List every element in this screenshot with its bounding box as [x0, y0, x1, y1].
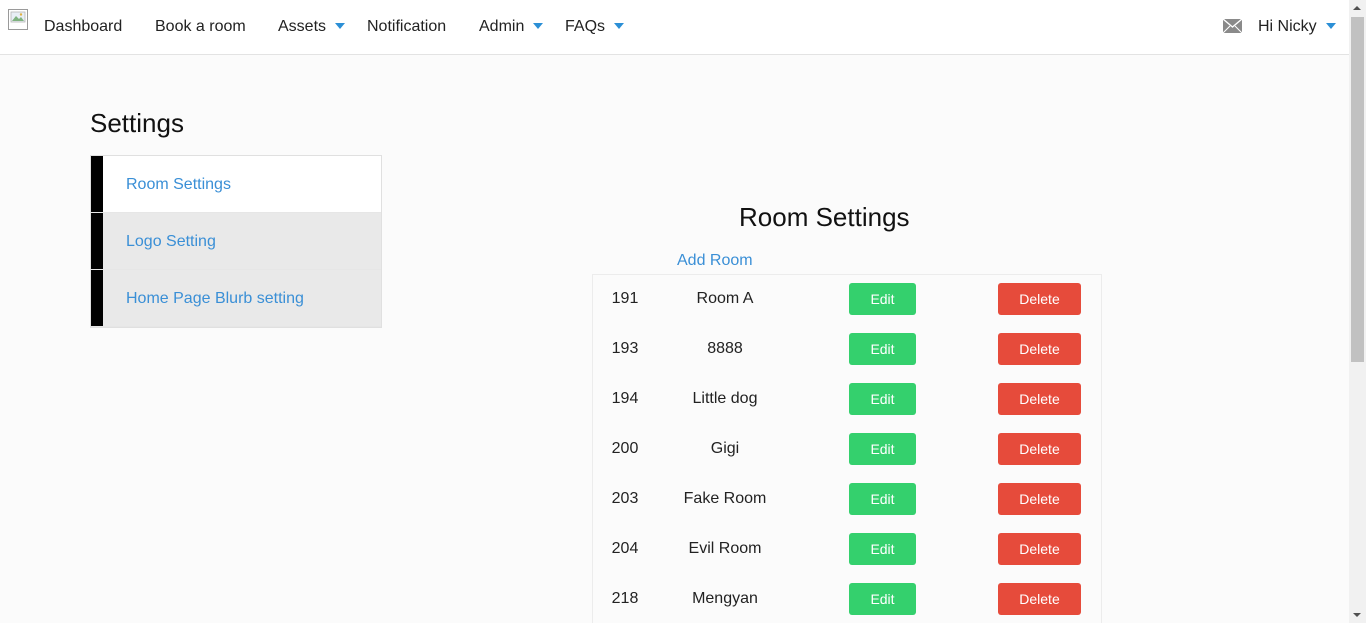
- nav-faqs-label: FAQs: [565, 18, 606, 35]
- room-id: 203: [611, 490, 639, 507]
- room-id: 218: [611, 590, 639, 607]
- envelope-icon[interactable]: [1223, 19, 1242, 33]
- table-row: 191 Room A Edit Delete: [593, 275, 1101, 325]
- edit-button[interactable]: Edit: [849, 433, 916, 465]
- table-row: 204 Evil Room Edit Delete: [593, 525, 1101, 575]
- table-row: 193 8888 Edit Delete: [593, 325, 1101, 375]
- menu-item-label: Home Page Blurb setting: [126, 290, 304, 307]
- nav-book-a-room-label: Book a room: [155, 18, 246, 35]
- delete-button[interactable]: Delete: [998, 333, 1081, 365]
- room-name: Gigi: [710, 440, 740, 457]
- chevron-down-icon: [1325, 22, 1336, 29]
- settings-menu: Room Settings Logo Setting Home Page Blu…: [90, 155, 382, 328]
- chevron-down-icon: [533, 22, 544, 29]
- scroll-up-button[interactable]: [1349, 0, 1366, 17]
- settings-menu-item-logo-setting[interactable]: Logo Setting: [91, 213, 381, 270]
- room-name: 8888: [707, 340, 743, 357]
- settings-menu-item-room-settings[interactable]: Room Settings: [91, 156, 381, 213]
- delete-button[interactable]: Delete: [998, 483, 1081, 515]
- arrow-up-icon: [1353, 6, 1361, 10]
- scroll-down-button[interactable]: [1349, 606, 1366, 623]
- page-title: Settings: [90, 108, 184, 138]
- room-id: 200: [611, 440, 639, 457]
- menu-item-indicator: [91, 270, 103, 326]
- edit-button[interactable]: Edit: [849, 333, 916, 365]
- menu-item-label: Logo Setting: [126, 233, 216, 250]
- delete-button[interactable]: Delete: [998, 383, 1081, 415]
- room-name: Fake Room: [683, 490, 767, 507]
- room-id: 191: [611, 290, 639, 307]
- edit-button[interactable]: Edit: [849, 583, 916, 615]
- scrollbar-thumb[interactable]: [1351, 17, 1364, 362]
- room-name: Mengyan: [692, 590, 758, 607]
- nav-assets-label: Assets: [278, 18, 327, 35]
- top-navbar: Dashboard Book a room Assets Notificatio…: [0, 0, 1349, 55]
- delete-button[interactable]: Delete: [998, 283, 1081, 315]
- nav-notification[interactable]: Notification: [367, 0, 446, 54]
- nav-assets[interactable]: Assets: [278, 0, 346, 54]
- table-row: 203 Fake Room Edit Delete: [593, 475, 1101, 525]
- nav-dashboard-label: Dashboard: [44, 18, 123, 35]
- nav-dashboard[interactable]: Dashboard: [44, 0, 122, 54]
- menu-item-indicator: [91, 156, 103, 212]
- arrow-down-icon: [1353, 613, 1361, 617]
- edit-button[interactable]: Edit: [849, 533, 916, 565]
- room-name: Little dog: [692, 390, 758, 407]
- edit-button[interactable]: Edit: [849, 383, 916, 415]
- menu-item-label: Room Settings: [126, 176, 231, 193]
- room-name: Evil Room: [688, 540, 762, 557]
- user-menu[interactable]: Hi Nicky: [1258, 0, 1336, 54]
- broken-logo-image[interactable]: [8, 9, 28, 30]
- delete-button[interactable]: Delete: [998, 533, 1081, 565]
- chevron-down-icon: [335, 22, 346, 29]
- room-table: 191 Room A Edit Delete 193 8888 Edit Del…: [592, 274, 1102, 623]
- table-row: 200 Gigi Edit Delete: [593, 425, 1101, 475]
- delete-button[interactable]: Delete: [998, 433, 1081, 465]
- user-greeting: Hi Nicky: [1258, 18, 1317, 35]
- add-room-link[interactable]: Add Room: [677, 252, 753, 270]
- settings-menu-item-home-page-blurb[interactable]: Home Page Blurb setting: [91, 270, 381, 327]
- room-id: 193: [611, 340, 639, 357]
- room-name: Room A: [696, 290, 754, 307]
- table-row: 218 Mengyan Edit Delete: [593, 575, 1101, 623]
- table-row: 194 Little dog Edit Delete: [593, 375, 1101, 425]
- edit-button[interactable]: Edit: [849, 483, 916, 515]
- nav-notification-label: Notification: [367, 18, 447, 35]
- room-id: 204: [611, 540, 639, 557]
- room-id: 194: [611, 390, 639, 407]
- nav-admin-label: Admin: [479, 18, 525, 35]
- chevron-down-icon: [614, 22, 625, 29]
- menu-item-indicator: [91, 213, 103, 269]
- vertical-scrollbar[interactable]: [1349, 0, 1366, 623]
- edit-button[interactable]: Edit: [849, 283, 916, 315]
- nav-book-a-room[interactable]: Book a room: [155, 0, 246, 54]
- nav-admin[interactable]: Admin: [479, 0, 544, 54]
- delete-button[interactable]: Delete: [998, 583, 1081, 615]
- room-settings-title: Room Settings: [739, 202, 910, 232]
- nav-faqs[interactable]: FAQs: [565, 0, 625, 54]
